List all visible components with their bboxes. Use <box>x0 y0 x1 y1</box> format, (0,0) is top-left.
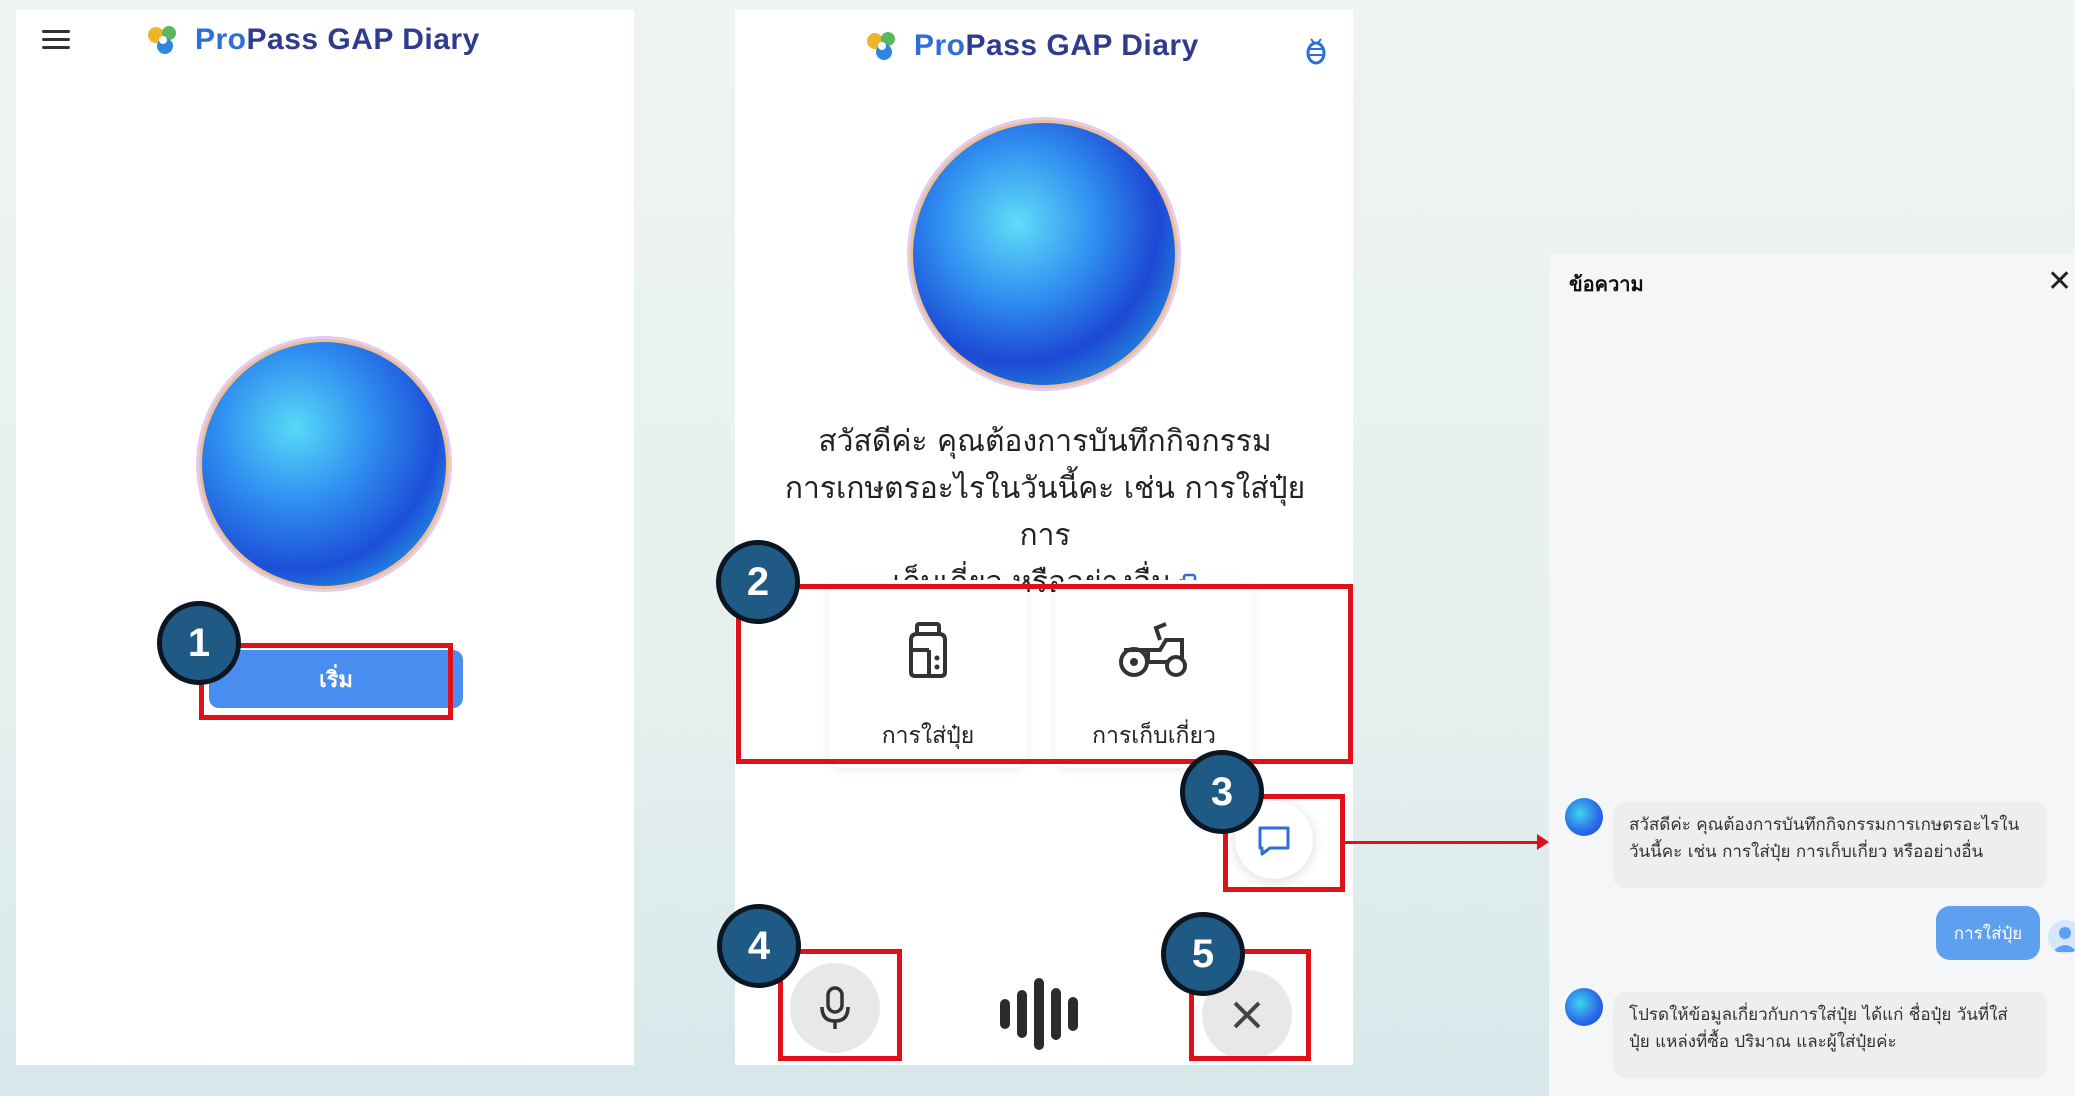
pointer-arrow <box>1343 841 1539 844</box>
pointer-arrow-head <box>1537 834 1549 850</box>
app-title: ProPass GAP Diary <box>914 29 1199 62</box>
chat-panel: ข้อความ ✕ สวัสดีค่ะ คุณต้องการบันทึกกิจก… <box>1549 254 2075 1096</box>
step-badge-1: 1 <box>157 601 241 685</box>
assistant-screen: ProPass GAP Diary สวัสดีค่ะ คุณต้องการบั… <box>735 10 1353 1065</box>
app-brand: ProPass GAP Diary <box>860 24 1199 68</box>
step-badge-3: 3 <box>1180 750 1264 834</box>
step-badge-4: 4 <box>717 904 801 988</box>
app-title: ProPass GAP Diary <box>195 23 480 56</box>
start-screen: ProPass GAP Diary เริ่ม <box>16 10 634 1065</box>
voice-orb <box>913 123 1175 385</box>
propass-logo-icon <box>862 26 902 66</box>
step-badge-2: 2 <box>716 540 800 624</box>
chat-title: ข้อความ <box>1569 272 1644 296</box>
hamburger-menu-icon[interactable] <box>42 30 70 52</box>
bot-avatar <box>1565 798 1603 836</box>
bug-settings-icon[interactable] <box>1303 36 1329 66</box>
user-message: การใส่ปุ๋ย <box>1936 906 2040 960</box>
highlight-box-2 <box>736 584 1353 764</box>
voice-orb <box>202 342 446 586</box>
chat-close-icon[interactable]: ✕ <box>2047 264 2072 299</box>
assistant-greeting: สวัสดีค่ะ คุณต้องการบันทึกกิจกรรม การเกษ… <box>784 424 1306 600</box>
highlight-box-4 <box>778 949 902 1061</box>
propass-logo-icon <box>143 20 183 60</box>
bot-message: สวัสดีค่ะ คุณต้องการบันทึกกิจกรรมการเกษต… <box>1613 802 2047 888</box>
voice-wave-icon <box>1000 978 1078 1050</box>
step-badge-5: 5 <box>1161 912 1245 996</box>
bot-message: โปรดให้ข้อมูลเกี่ยวกับการใส่ปุ๋ย ได้แก่ … <box>1613 992 2047 1078</box>
app-brand: ProPass GAP Diary <box>141 18 480 62</box>
bot-avatar <box>1565 988 1603 1026</box>
user-avatar-icon <box>2048 920 2075 954</box>
